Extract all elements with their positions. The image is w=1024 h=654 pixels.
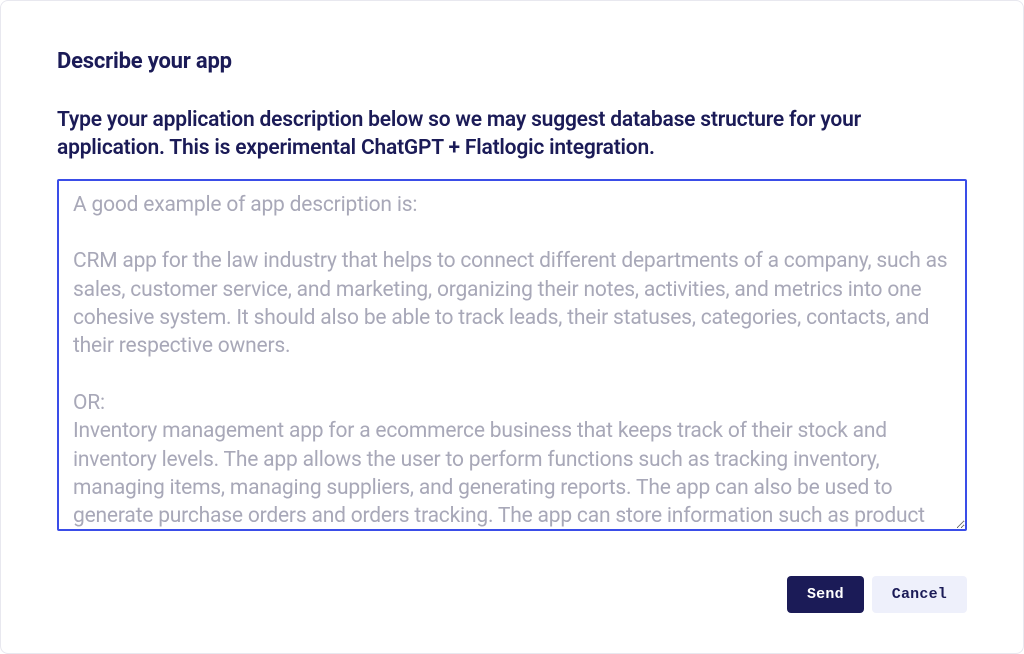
app-description-textarea[interactable] [57, 179, 967, 531]
send-button[interactable]: Send [787, 576, 864, 613]
modal-title: Describe your app [57, 49, 967, 74]
modal-instruction: Type your application description below … [57, 106, 967, 163]
cancel-button[interactable]: Cancel [872, 576, 967, 613]
describe-app-modal: Describe your app Type your application … [0, 0, 1024, 654]
button-row: Send Cancel [787, 576, 967, 613]
